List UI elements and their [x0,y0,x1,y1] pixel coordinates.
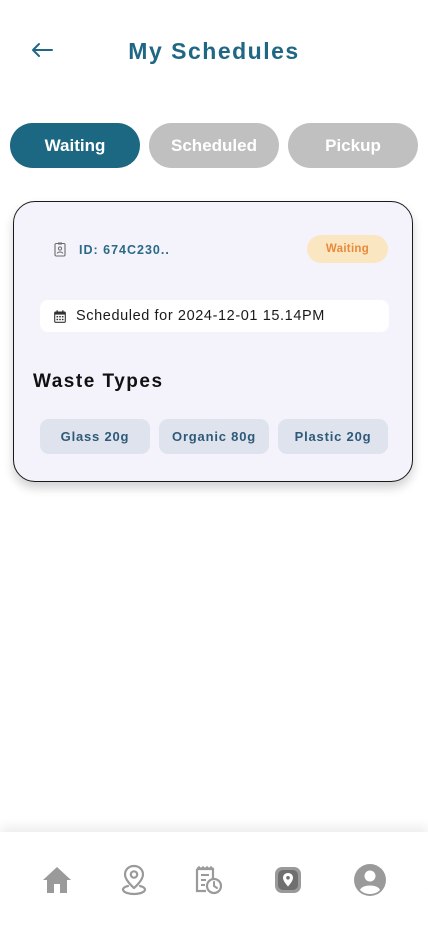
profile-icon [354,864,386,896]
id-badge-icon [54,242,66,257]
app-screen: My Schedules Waiting Scheduled Pickup ID… [0,0,428,926]
scheduled-date-row: Scheduled for 2024-12-01 15.14PM [40,300,389,332]
nav-locations[interactable] [268,860,308,900]
map-pin-icon [121,864,147,896]
schedule-id: ID: 674C230.. [79,242,170,257]
scheduled-date-text: Scheduled for 2024-12-01 15.14PM [76,308,325,324]
calendar-icon [54,309,66,323]
status-tabs: Waiting Scheduled Pickup [10,123,418,168]
schedule-id-row: ID: 674C230.. [54,242,170,257]
nav-map[interactable] [114,860,154,900]
page-title: My Schedules [128,38,300,64]
bottom-navigation [0,832,428,926]
location-badge-icon [275,867,301,893]
waste-chip-glass: Glass 20g [40,419,150,454]
nav-schedule-history[interactable] [188,860,228,900]
waste-type-chips: Glass 20g Organic 80g Plastic 20g [40,419,388,454]
nav-profile[interactable] [350,860,390,900]
status-badge: Waiting [307,235,388,263]
schedule-history-icon [195,865,223,895]
nav-home[interactable] [37,860,77,900]
tab-pickup[interactable]: Pickup [288,123,418,168]
waste-chip-organic: Organic 80g [159,419,269,454]
tab-waiting[interactable]: Waiting [10,123,140,168]
schedule-card[interactable]: ID: 674C230.. Waiting Scheduled for 2024… [13,201,413,482]
tab-scheduled[interactable]: Scheduled [149,123,279,168]
home-icon [43,867,71,893]
header: My Schedules [0,0,428,100]
waste-types-heading: Waste Types [33,371,164,392]
waste-chip-plastic: Plastic 20g [278,419,388,454]
